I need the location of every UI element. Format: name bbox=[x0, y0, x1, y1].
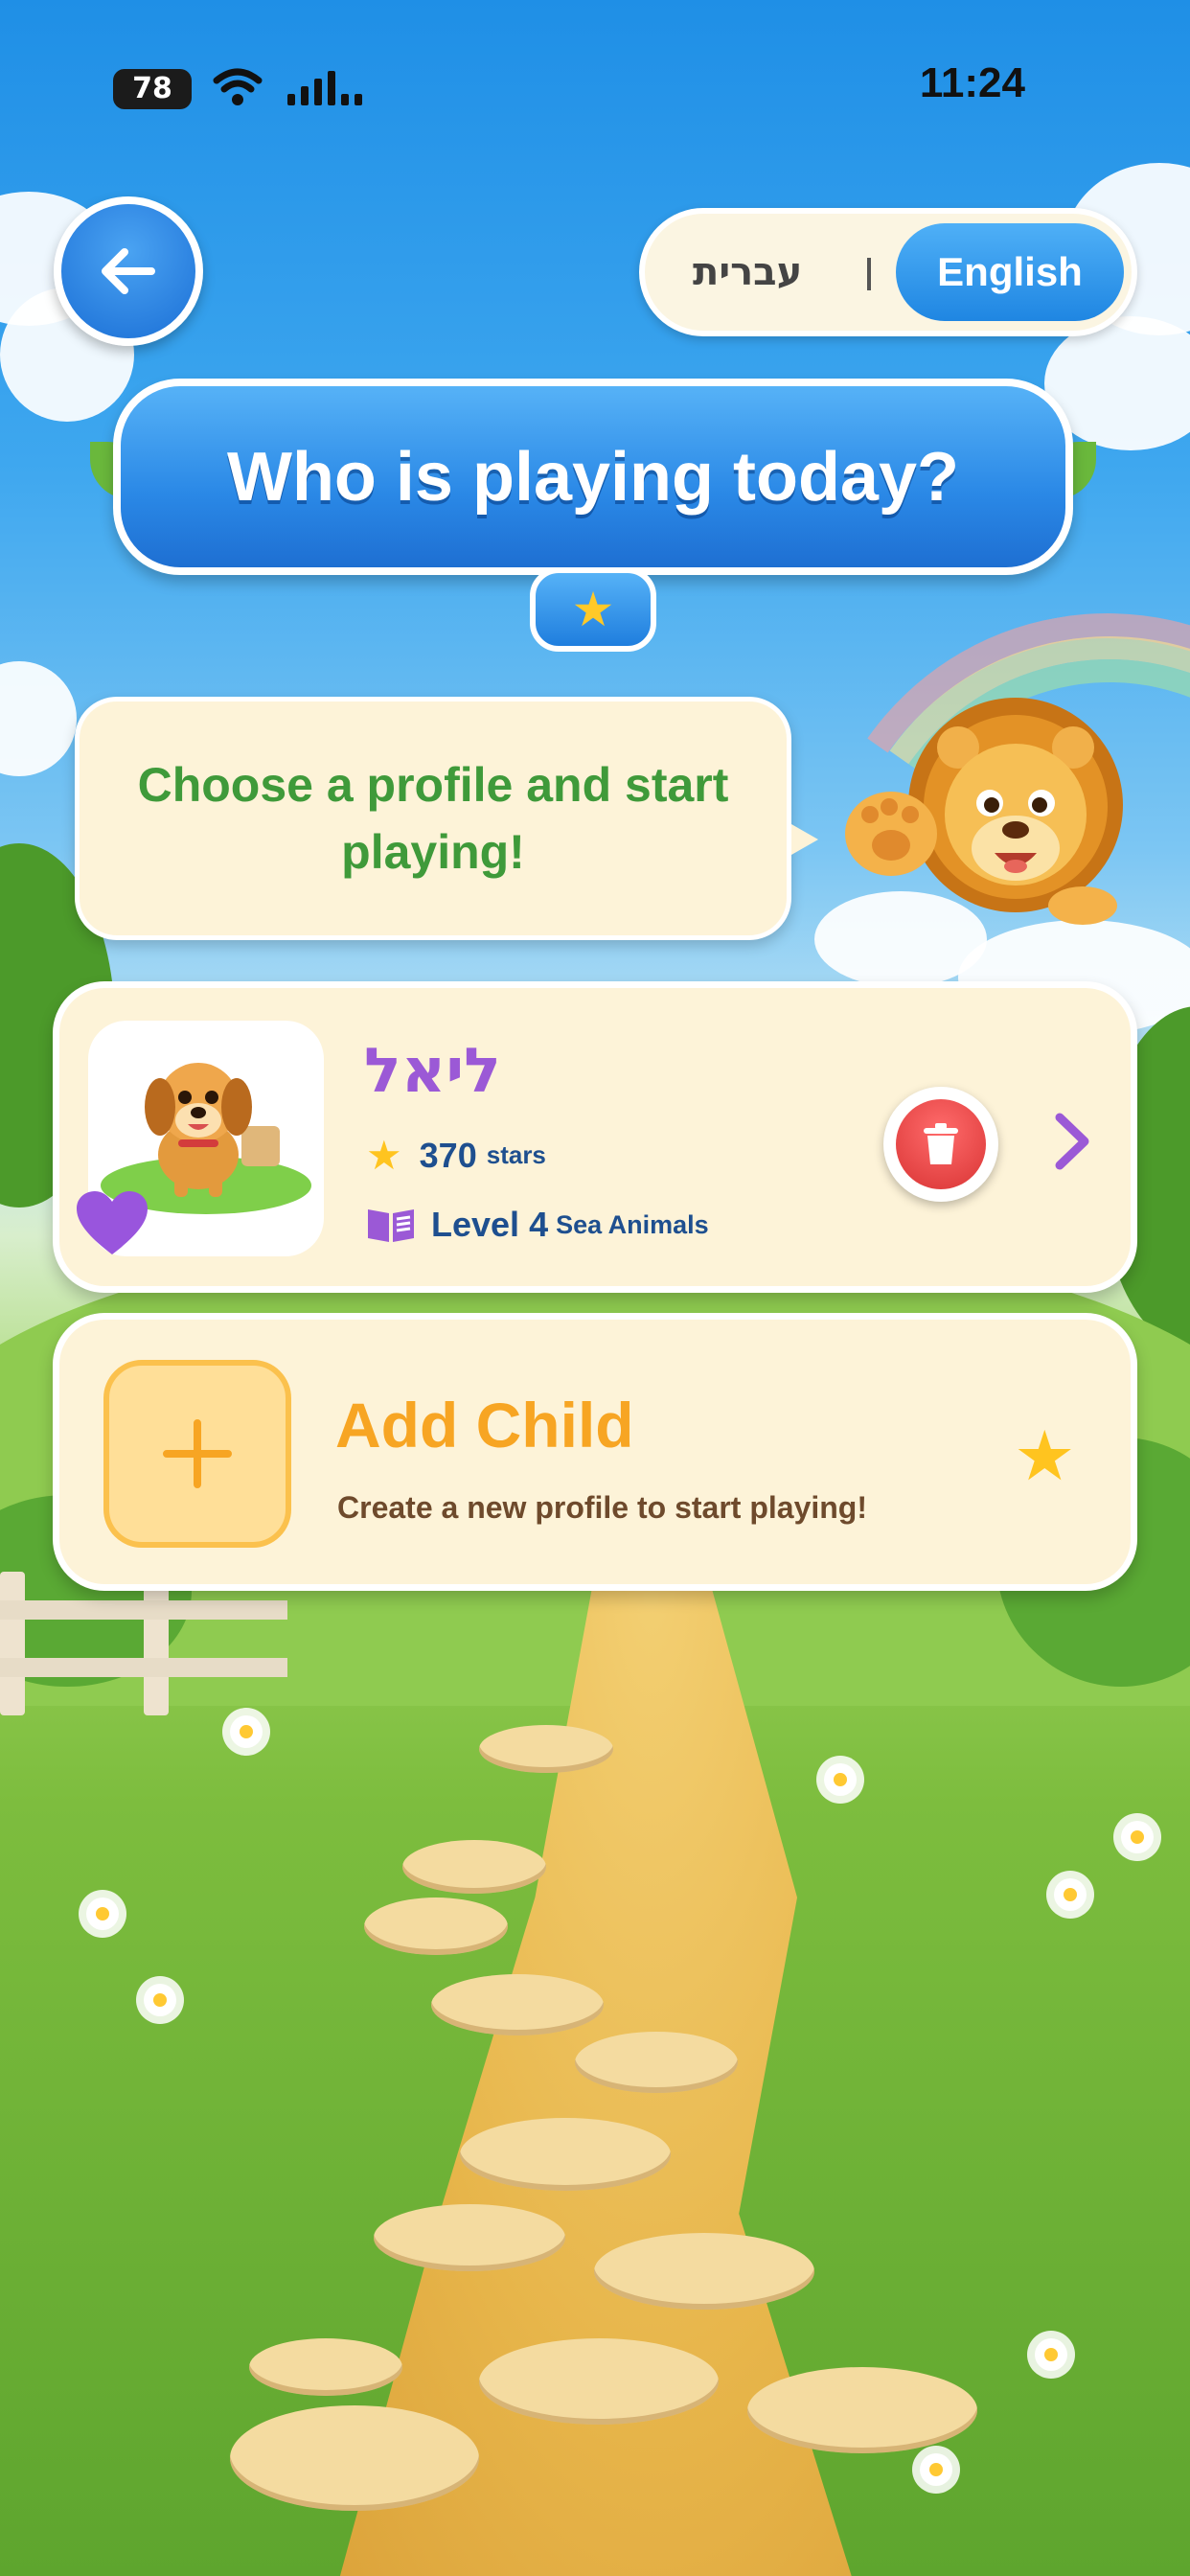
speech-bubble-tail bbox=[791, 824, 818, 855]
wifi-icon bbox=[213, 63, 263, 119]
add-child-button[interactable] bbox=[103, 1360, 291, 1548]
delete-profile-button[interactable] bbox=[883, 1087, 998, 1202]
lion-mascot-icon bbox=[845, 698, 1123, 925]
language-divider bbox=[867, 258, 871, 290]
star-icon: ★ bbox=[1014, 1415, 1076, 1496]
stars-unit: stars bbox=[486, 1140, 546, 1169]
level-number: 4 bbox=[529, 1205, 549, 1244]
heart-icon bbox=[77, 1191, 148, 1254]
status-bar: 78 11:24 bbox=[0, 0, 1190, 172]
speech-text: Choose a profile and start playing! bbox=[137, 758, 729, 879]
plus-icon bbox=[163, 1419, 232, 1488]
stars-count: 370 bbox=[419, 1135, 477, 1175]
child-name: ליאל bbox=[364, 1036, 501, 1107]
child-profile-card[interactable]: ליאל ★ 370 stars Level 4 Sea Animals bbox=[53, 981, 1137, 1293]
chevron-right-icon[interactable] bbox=[1044, 1108, 1098, 1175]
title-pill: Who is playing today? bbox=[113, 379, 1073, 575]
book-icon bbox=[368, 1209, 414, 1242]
level-label: Level bbox=[431, 1205, 520, 1244]
star-icon: ★ bbox=[366, 1132, 402, 1179]
level-row: Level 4 Sea Animals bbox=[366, 1205, 709, 1245]
delete-button-face bbox=[896, 1099, 986, 1189]
title-banner: Who is playing today? bbox=[90, 379, 1096, 575]
level-category: Sea Animals bbox=[556, 1209, 709, 1239]
add-child-subtitle: Create a new profile to start playing! bbox=[337, 1490, 867, 1525]
add-child-title: Add Child bbox=[335, 1390, 634, 1460]
add-child-card[interactable]: Add Child Create a new profile to start … bbox=[53, 1313, 1137, 1591]
arrow-left-icon bbox=[102, 248, 155, 294]
stars-row: ★ 370 stars bbox=[366, 1132, 546, 1179]
speech-bubble: Choose a profile and start playing! bbox=[75, 697, 791, 940]
back-button[interactable] bbox=[54, 196, 203, 346]
signal-icon bbox=[287, 71, 362, 105]
page-title: Who is playing today? bbox=[226, 438, 959, 516]
trash-icon bbox=[924, 1123, 958, 1164]
language-option-english[interactable]: English bbox=[896, 223, 1124, 321]
language-toggle: עברית English bbox=[639, 208, 1137, 336]
battery-indicator: 78 bbox=[113, 69, 192, 109]
language-option-hebrew[interactable]: עברית bbox=[693, 214, 802, 331]
star-icon: ★ bbox=[530, 567, 656, 652]
status-time: 11:24 bbox=[919, 59, 1025, 106]
